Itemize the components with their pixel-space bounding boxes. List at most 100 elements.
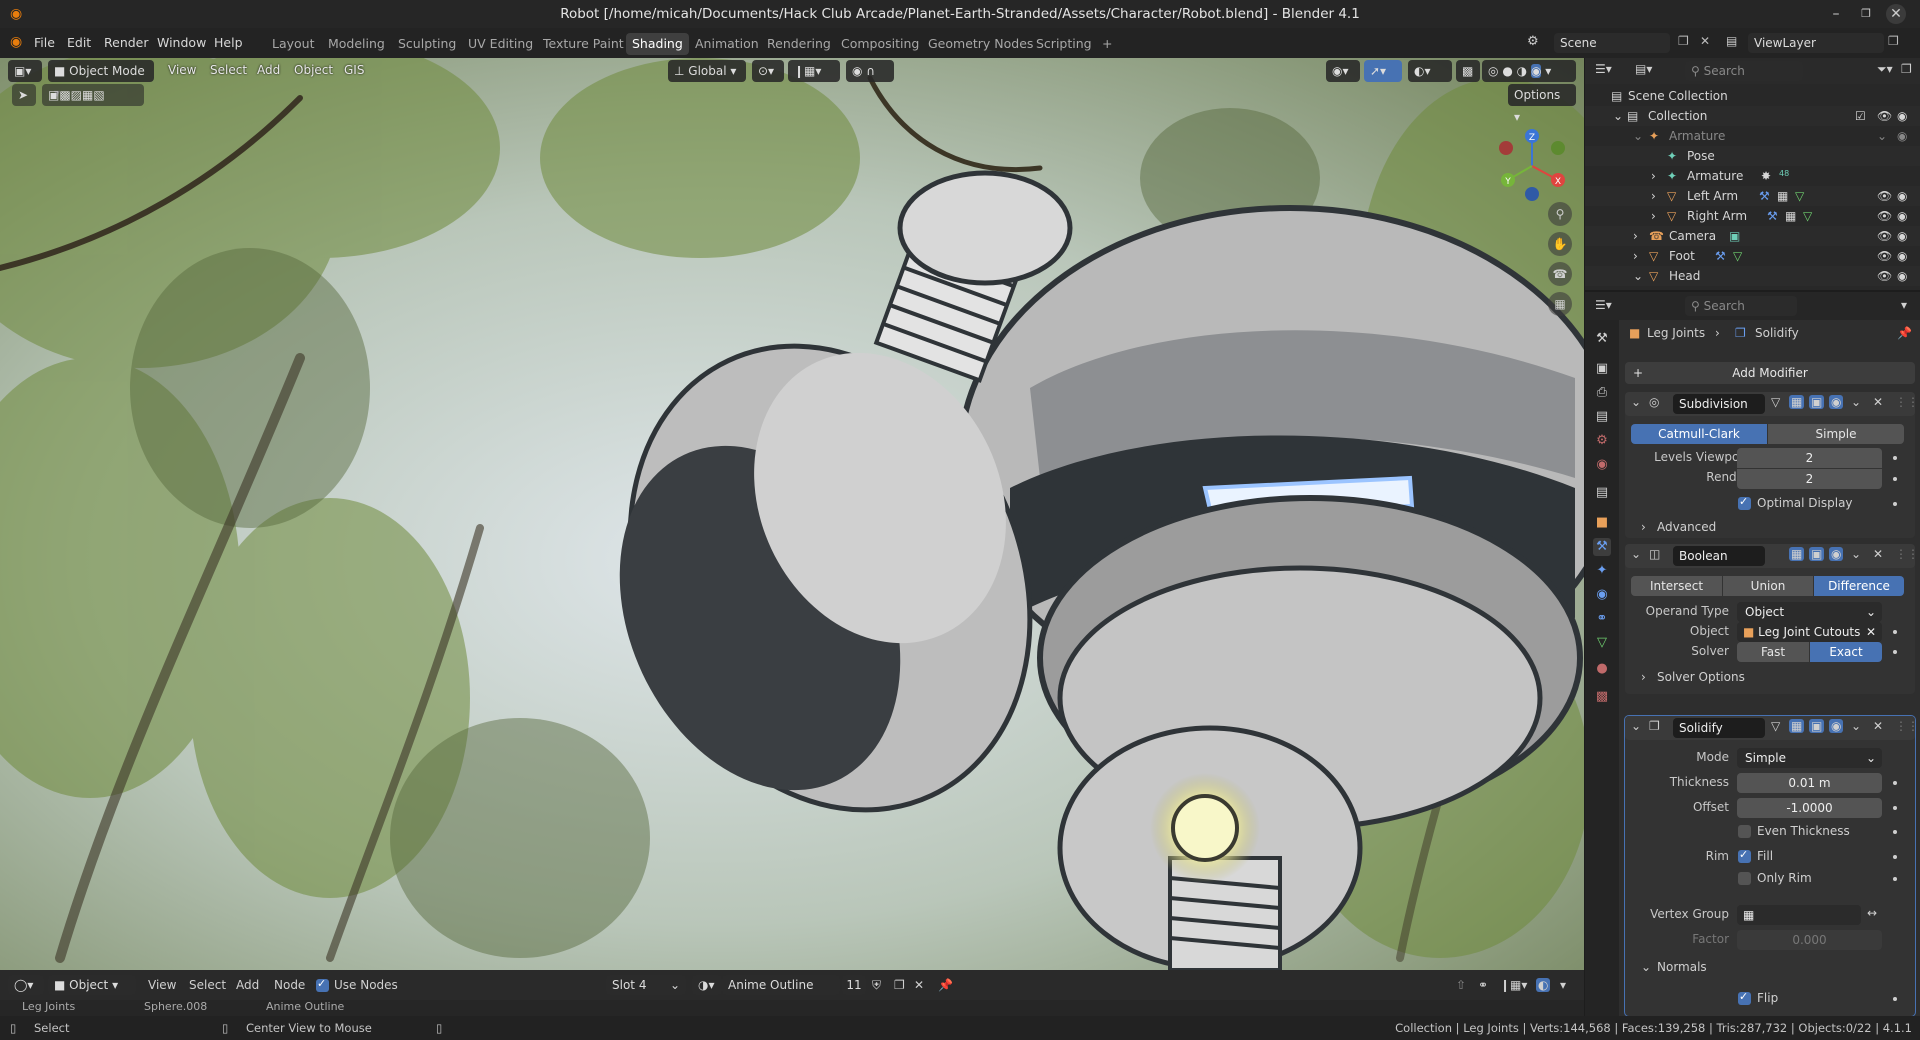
- maximize-button[interactable]: ❐: [1856, 4, 1876, 24]
- keyframe-dot[interactable]: [1893, 877, 1897, 881]
- factor-field[interactable]: 0.000: [1737, 930, 1882, 950]
- boolean-object-field[interactable]: ■ Leg Joint Cutouts ✕: [1737, 622, 1882, 642]
- keyframe-dot[interactable]: [1893, 830, 1897, 834]
- close-window-button[interactable]: ✕: [1886, 4, 1906, 24]
- menu-window[interactable]: Window: [157, 35, 206, 50]
- remove-modifier-icon[interactable]: ✕: [1873, 547, 1883, 561]
- shader-menu-select[interactable]: Select: [189, 978, 226, 992]
- rendered-shading-icon[interactable]: ◉: [1530, 64, 1542, 78]
- edit-mode-toggle-icon[interactable]: ▽: [1771, 719, 1780, 733]
- mode-selector[interactable]: ■ Object Mode ▾: [48, 60, 154, 100]
- properties-editor-icon[interactable]: ☰▾: [1595, 298, 1612, 312]
- menu-render[interactable]: Render: [104, 35, 149, 50]
- outliner-search-input[interactable]: ⚲ Search: [1685, 61, 1803, 81]
- filter-icon[interactable]: ⏷▾: [1877, 62, 1893, 77]
- shader-menu-add[interactable]: Add: [236, 978, 259, 992]
- tab-geometry-nodes[interactable]: Geometry Nodes: [922, 33, 1039, 55]
- fill-checkbox[interactable]: [1738, 848, 1751, 863]
- vertex-group-field[interactable]: ▦: [1737, 905, 1861, 925]
- realtime-toggle-icon[interactable]: ▣: [1809, 395, 1825, 409]
- xray-toggle[interactable]: ▩: [1456, 60, 1480, 82]
- tab-sculpting[interactable]: Sculpting: [392, 33, 462, 55]
- intersect-option[interactable]: Intersect: [1631, 576, 1722, 596]
- select-mode-group[interactable]: ▣▩▨▦▧: [42, 84, 144, 106]
- boolean-name-field[interactable]: Boolean: [1673, 546, 1765, 566]
- drag-handle-icon[interactable]: ⋮⋮: [1895, 395, 1919, 409]
- scene-tab-icon[interactable]: ⚙: [1593, 432, 1611, 450]
- constraints-tab-icon[interactable]: ⚭: [1593, 610, 1611, 628]
- wireframe-shading-icon[interactable]: ◎: [1488, 64, 1498, 78]
- object-tab-icon[interactable]: ■: [1593, 514, 1611, 532]
- clear-field-icon[interactable]: ✕: [1866, 622, 1876, 642]
- menu-file[interactable]: File: [34, 35, 55, 50]
- vp-menu-view[interactable]: View: [168, 63, 196, 77]
- modifier-menu-icon[interactable]: ⌄: [1851, 547, 1861, 561]
- keyframe-dot[interactable]: [1893, 997, 1897, 1001]
- keyframe-dot[interactable]: [1893, 650, 1897, 654]
- outliner-row-armature[interactable]: ⌄ ✦ Armature ⌄ ◉: [1585, 126, 1920, 146]
- exclude-checkbox-icon[interactable]: ☑: [1855, 106, 1866, 126]
- physics-tab-icon[interactable]: ◉: [1593, 586, 1611, 604]
- chevron-down-icon[interactable]: ⌄: [1631, 547, 1641, 561]
- outliner-row-camera[interactable]: › ☎ Camera ▣ 👁 ◉: [1585, 226, 1920, 246]
- blender-menu-icon[interactable]: ◉: [10, 34, 22, 50]
- pin-icon[interactable]: 📌: [1897, 326, 1912, 340]
- subdivision-name-field[interactable]: Subdivision: [1673, 394, 1765, 414]
- snap-button[interactable]: ❙▦▾: [788, 60, 840, 82]
- snap-icon[interactable]: ⚭: [1478, 978, 1488, 992]
- chevron-down-icon[interactable]: ⌄: [1631, 395, 1641, 409]
- minimize-button[interactable]: –: [1826, 4, 1846, 24]
- remove-modifier-icon[interactable]: ✕: [1873, 719, 1883, 733]
- normals-subpanel[interactable]: Normals: [1657, 960, 1707, 974]
- keyframe-dot[interactable]: [1893, 806, 1897, 810]
- eye-icon[interactable]: 👁: [1877, 206, 1892, 226]
- tab-texture-paint[interactable]: Texture Paint: [537, 33, 630, 55]
- drag-handle-icon[interactable]: ⋮⋮: [1895, 547, 1919, 561]
- visibility-button[interactable]: ◉▾: [1326, 60, 1360, 82]
- solver-fast-option[interactable]: Fast: [1737, 642, 1809, 662]
- tab-uv-editing[interactable]: UV Editing: [462, 33, 539, 55]
- tab-scripting[interactable]: Scripting: [1030, 33, 1098, 55]
- outliner-row-head[interactable]: ⌄ ▽ Head 👁 ◉: [1585, 266, 1920, 286]
- realtime-toggle-icon[interactable]: ▣: [1809, 719, 1825, 733]
- camera-render-icon[interactable]: ◉: [1897, 266, 1907, 286]
- keyframe-dot[interactable]: [1893, 477, 1897, 481]
- eye-icon[interactable]: 👁: [1877, 186, 1892, 206]
- edit-mode-toggle-icon[interactable]: ▦: [1789, 547, 1805, 561]
- shading-mode-group[interactable]: ◎ ● ◑ ◉ ▾: [1482, 60, 1576, 82]
- render-tab-icon[interactable]: ▣: [1593, 360, 1611, 378]
- remove-modifier-icon[interactable]: ✕: [1873, 395, 1883, 409]
- advanced-subpanel[interactable]: Advanced: [1657, 520, 1716, 534]
- perspective-toggle-icon[interactable]: ▦: [1548, 292, 1572, 316]
- difference-option[interactable]: Difference: [1814, 576, 1904, 596]
- material-shading-icon[interactable]: ◑: [1517, 64, 1527, 78]
- camera-render-icon[interactable]: ◉: [1897, 126, 1907, 146]
- realtime-toggle-icon[interactable]: ▣: [1809, 547, 1825, 561]
- pivot-point-button[interactable]: ⊙▾: [752, 60, 784, 82]
- render-toggle-icon[interactable]: ◉: [1829, 395, 1844, 409]
- even-thickness-checkbox[interactable]: [1738, 825, 1751, 838]
- parent-node-tree-icon[interactable]: ⇧: [1456, 978, 1466, 992]
- shading-options-icon[interactable]: ▾: [1545, 64, 1551, 78]
- texture-tab-icon[interactable]: ▩: [1593, 688, 1611, 706]
- union-option[interactable]: Union: [1723, 576, 1813, 596]
- thickness-field[interactable]: 0.01 m: [1737, 773, 1882, 793]
- subdivision-header[interactable]: ⌄ ◎ Subdivision ▽ ▦ ▣ ◉ ⌄ ✕ ⋮⋮: [1625, 392, 1919, 416]
- tab-layout[interactable]: Layout: [266, 33, 321, 55]
- offset-field[interactable]: -1.0000: [1737, 798, 1882, 818]
- only-rim-checkbox[interactable]: [1738, 872, 1751, 885]
- tool-tab-icon[interactable]: ⚒: [1593, 330, 1611, 348]
- modifier-tab-icon[interactable]: ⚒: [1593, 538, 1611, 556]
- tab-animation[interactable]: Animation: [689, 33, 765, 55]
- chevron-right-icon[interactable]: ›: [1651, 186, 1656, 206]
- unlink-material-icon[interactable]: ✕: [914, 978, 924, 992]
- modifier-menu-icon[interactable]: ⌄: [1851, 719, 1861, 733]
- chevron-right-icon[interactable]: ›: [1641, 670, 1646, 684]
- new-view-layer-icon[interactable]: ❐: [1888, 34, 1899, 48]
- chevron-right-icon[interactable]: ›: [1633, 246, 1638, 266]
- data-tab-icon[interactable]: ▽: [1593, 634, 1611, 652]
- camera-render-icon[interactable]: ◉: [1897, 226, 1907, 246]
- keyframe-dot[interactable]: [1893, 456, 1897, 460]
- chevron-right-icon[interactable]: ›: [1651, 206, 1656, 226]
- add-modifier-button[interactable]: + Add Modifier: [1625, 362, 1915, 384]
